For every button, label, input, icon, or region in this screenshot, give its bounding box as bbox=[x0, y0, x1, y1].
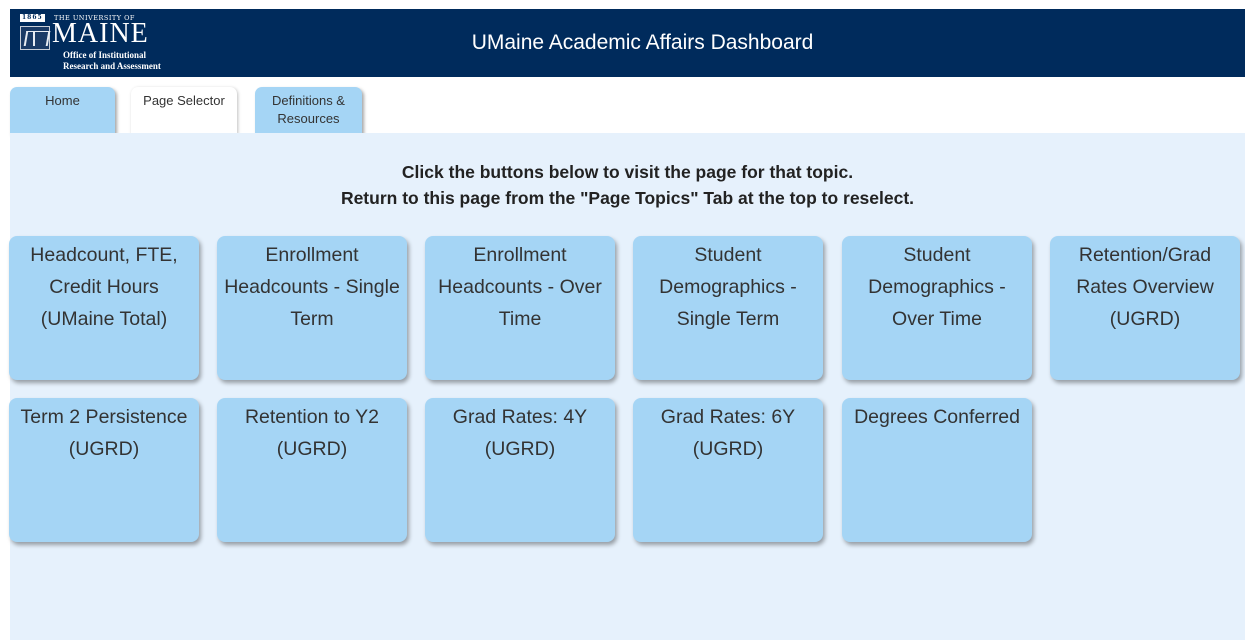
tab-page-selector[interactable]: Page Selector bbox=[131, 87, 237, 134]
tile-enrollment-over-time[interactable]: Enrollment Headcounts - Over Time bbox=[425, 236, 615, 380]
tile-grad-rates-6y[interactable]: Grad Rates: 6Y (UGRD) bbox=[633, 398, 823, 542]
instructions-line-1: Click the buttons below to visit the pag… bbox=[401, 162, 854, 182]
tile-retention-y2[interactable]: Retention to Y2 (UGRD) bbox=[217, 398, 407, 542]
tile-retention-grad-overview[interactable]: Retention/Grad Rates Overview (UGRD) bbox=[1050, 236, 1240, 380]
tile-enrollment-single-term[interactable]: Enrollment Headcounts - Single Term bbox=[217, 236, 407, 380]
dashboard-title: UMaine Academic Affairs Dashboard bbox=[471, 31, 814, 54]
header-bar: 1865 THE UNIVERSITY OF MAINE Office of I… bbox=[10, 9, 1245, 77]
tile-term2-persistence[interactable]: Term 2 Persistence (UGRD) bbox=[9, 398, 199, 542]
tab-home[interactable]: Home bbox=[10, 87, 115, 134]
page-selector-panel: Click the buttons below to visit the pag… bbox=[10, 133, 1245, 640]
tile-demographics-over-time[interactable]: Student Demographics - Over Time bbox=[842, 236, 1032, 380]
tile-grad-rates-4y[interactable]: Grad Rates: 4Y (UGRD) bbox=[425, 398, 615, 542]
tile-demographics-single-term[interactable]: Student Demographics - Single Term bbox=[633, 236, 823, 380]
instructions-line-2: Return to this page from the "Page Topic… bbox=[340, 188, 915, 208]
tile-degrees-conferred[interactable]: Degrees Conferred bbox=[842, 398, 1032, 542]
tab-definitions-resources[interactable]: Definitions & Resources bbox=[255, 87, 362, 134]
instructions: Click the buttons below to visit the pag… bbox=[10, 159, 1245, 211]
tile-headcount-fte-credit-hours[interactable]: Headcount, FTE, Credit Hours (UMaine Tot… bbox=[9, 236, 199, 380]
